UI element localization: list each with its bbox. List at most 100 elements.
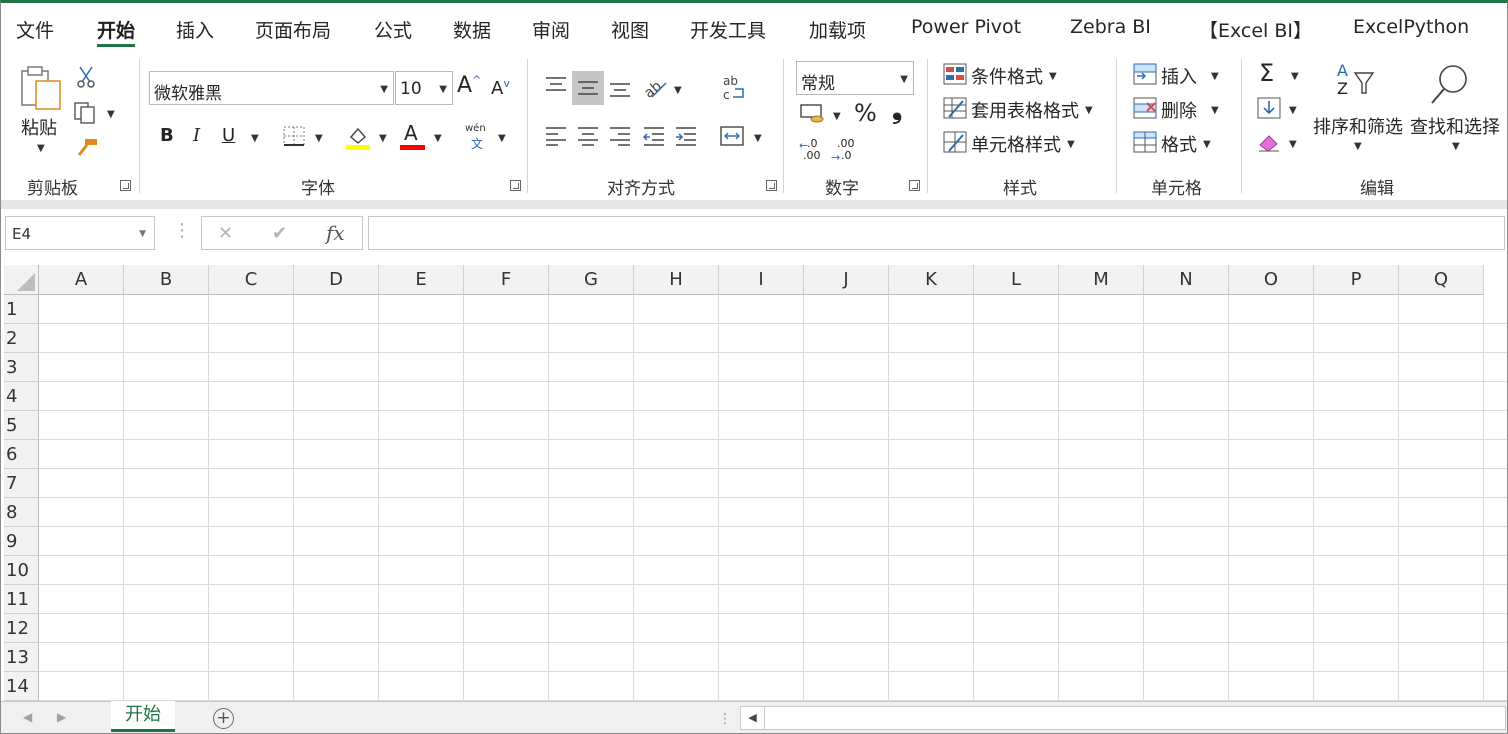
- tab-power-pivot[interactable]: Power Pivot: [911, 16, 1021, 38]
- fill-down-icon[interactable]: [1257, 97, 1283, 119]
- row-header-9[interactable]: 9: [4, 527, 39, 556]
- sheet-next-icon[interactable]: ▶: [57, 710, 66, 724]
- sheet-prev-icon[interactable]: ◀: [23, 710, 32, 724]
- font-color-dropdown-icon[interactable]: ▼: [434, 133, 442, 144]
- conditional-format-button[interactable]: 条件格式 ▼: [941, 61, 1066, 89]
- fill-dropdown-icon[interactable]: ▼: [1289, 105, 1297, 116]
- sort-filter-button[interactable]: A Z 排序和筛选 ▼: [1311, 61, 1405, 161]
- insert-function-button[interactable]: fx: [326, 221, 345, 245]
- cut-scissors-icon[interactable]: [75, 65, 97, 89]
- tab-addins[interactable]: 加载项: [809, 16, 866, 43]
- accounting-dropdown-icon[interactable]: ▼: [833, 111, 841, 122]
- add-sheet-icon[interactable]: +: [213, 708, 234, 729]
- number-launcher-icon[interactable]: [909, 180, 920, 191]
- row-header-8[interactable]: 8: [4, 498, 39, 527]
- cancel-entry-button[interactable]: ✕: [218, 223, 233, 244]
- align-middle-button[interactable]: [572, 71, 604, 105]
- row-header-13[interactable]: 13: [4, 643, 39, 672]
- italic-button[interactable]: I: [193, 125, 200, 146]
- column-header-j[interactable]: J: [804, 265, 889, 295]
- align-center-icon[interactable]: [576, 125, 600, 147]
- paste-button[interactable]: 粘贴 ▼: [15, 61, 67, 159]
- row-header-3[interactable]: 3: [4, 353, 39, 382]
- clear-eraser-icon[interactable]: [1257, 131, 1283, 153]
- align-bottom-icon[interactable]: [608, 81, 632, 101]
- formula-input[interactable]: [368, 216, 1505, 250]
- tab-zebra-bi[interactable]: Zebra BI: [1070, 16, 1151, 38]
- orientation-dropdown-icon[interactable]: ▼: [674, 85, 682, 96]
- tab-home[interactable]: 开始: [97, 16, 136, 47]
- tab-excelpython[interactable]: ExcelPython: [1353, 16, 1469, 38]
- fill-color-dropdown-icon[interactable]: ▼: [379, 133, 387, 144]
- grow-font-icon[interactable]: A^: [457, 73, 481, 98]
- fill-color-icon[interactable]: [345, 123, 371, 151]
- tab-page-layout[interactable]: 页面布局: [255, 16, 331, 43]
- merge-center-icon[interactable]: [719, 125, 745, 147]
- row-header-1[interactable]: 1: [4, 295, 39, 324]
- phonetic-dropdown-icon[interactable]: ▼: [498, 133, 506, 144]
- column-header-f[interactable]: F: [464, 265, 549, 295]
- row-header-2[interactable]: 2: [4, 324, 39, 353]
- merge-dropdown-icon[interactable]: ▼: [754, 133, 762, 144]
- row-header-11[interactable]: 11: [4, 585, 39, 614]
- font-launcher-icon[interactable]: [510, 180, 521, 191]
- copy-icon[interactable]: [73, 101, 99, 125]
- select-all-button[interactable]: [4, 265, 39, 295]
- enter-entry-button[interactable]: ✔: [272, 223, 287, 244]
- row-header-7[interactable]: 7: [4, 469, 39, 498]
- increase-decimal-button[interactable]: .0 .00 ←: [799, 137, 827, 165]
- autosum-dropdown-icon[interactable]: ▼: [1291, 71, 1299, 82]
- column-header-h[interactable]: H: [634, 265, 719, 295]
- tab-view[interactable]: 视图: [611, 16, 649, 43]
- orientation-icon[interactable]: ab: [642, 75, 670, 101]
- borders-icon[interactable]: [282, 125, 306, 147]
- delete-cells-button[interactable]: 删除 ▼: [1131, 95, 1226, 123]
- column-header-l[interactable]: L: [974, 265, 1059, 295]
- horizontal-scrollbar[interactable]: ◀: [740, 706, 1506, 730]
- format-cells-button[interactable]: 格式 ▼: [1131, 129, 1226, 157]
- format-as-table-button[interactable]: 套用表格格式 ▼: [941, 95, 1101, 123]
- comma-style-button[interactable]: ❟: [892, 95, 902, 126]
- column-header-n[interactable]: N: [1144, 265, 1229, 295]
- align-right-icon[interactable]: [608, 125, 632, 147]
- column-header-a[interactable]: A: [39, 265, 124, 295]
- row-header-4[interactable]: 4: [4, 382, 39, 411]
- cell-styles-button[interactable]: 单元格样式 ▼: [941, 129, 1083, 157]
- tab-file[interactable]: 文件: [16, 16, 54, 43]
- row-header-10[interactable]: 10: [4, 556, 39, 585]
- paste-dropdown-icon[interactable]: ▼: [37, 143, 45, 154]
- tab-developer[interactable]: 开发工具: [690, 16, 766, 43]
- tab-review[interactable]: 审阅: [532, 16, 570, 43]
- find-select-button[interactable]: 查找和选择 ▼: [1409, 61, 1505, 161]
- row-header-6[interactable]: 6: [4, 440, 39, 469]
- increase-indent-icon[interactable]: [674, 125, 698, 147]
- worksheet-grid[interactable]: ABCDEFGHIJKLMNOPQ 1 2 3 4 5 6 7 8 9 10 11 12 13 14: [4, 265, 1507, 701]
- row-header-5[interactable]: 5: [4, 411, 39, 440]
- clipboard-launcher-icon[interactable]: [120, 180, 131, 191]
- column-header-k[interactable]: K: [889, 265, 974, 295]
- insert-cells-button[interactable]: 插入 ▼: [1131, 61, 1226, 89]
- align-top-icon[interactable]: [544, 75, 568, 95]
- accounting-format-icon[interactable]: [799, 101, 827, 125]
- shrink-font-icon[interactable]: Av: [491, 77, 510, 99]
- font-name-select[interactable]: 微软雅黑 ▼: [149, 71, 394, 105]
- underline-dropdown-icon[interactable]: ▼: [251, 133, 259, 144]
- font-size-select[interactable]: 10 ▼: [395, 71, 453, 105]
- alignment-launcher-icon[interactable]: [766, 180, 777, 191]
- column-header-c[interactable]: C: [209, 265, 294, 295]
- borders-dropdown-icon[interactable]: ▼: [315, 133, 323, 144]
- column-header-o[interactable]: O: [1229, 265, 1314, 295]
- row-header-12[interactable]: 12: [4, 614, 39, 643]
- column-header-q[interactable]: Q: [1399, 265, 1484, 295]
- underline-button[interactable]: U: [222, 125, 235, 146]
- name-box[interactable]: E4 ▼: [5, 216, 155, 250]
- tab-excel-bi[interactable]: 【Excel BI】: [1199, 16, 1312, 43]
- decrease-decimal-button[interactable]: .00 .0 →: [831, 137, 859, 165]
- scroll-left-icon[interactable]: ◀: [741, 707, 765, 729]
- sheet-tab-active[interactable]: 开始: [111, 701, 175, 732]
- row-header-14[interactable]: 14: [4, 672, 39, 701]
- column-header-m[interactable]: M: [1059, 265, 1144, 295]
- tab-insert[interactable]: 插入: [176, 16, 214, 43]
- cell-area[interactable]: [39, 295, 1507, 701]
- column-header-p[interactable]: P: [1314, 265, 1399, 295]
